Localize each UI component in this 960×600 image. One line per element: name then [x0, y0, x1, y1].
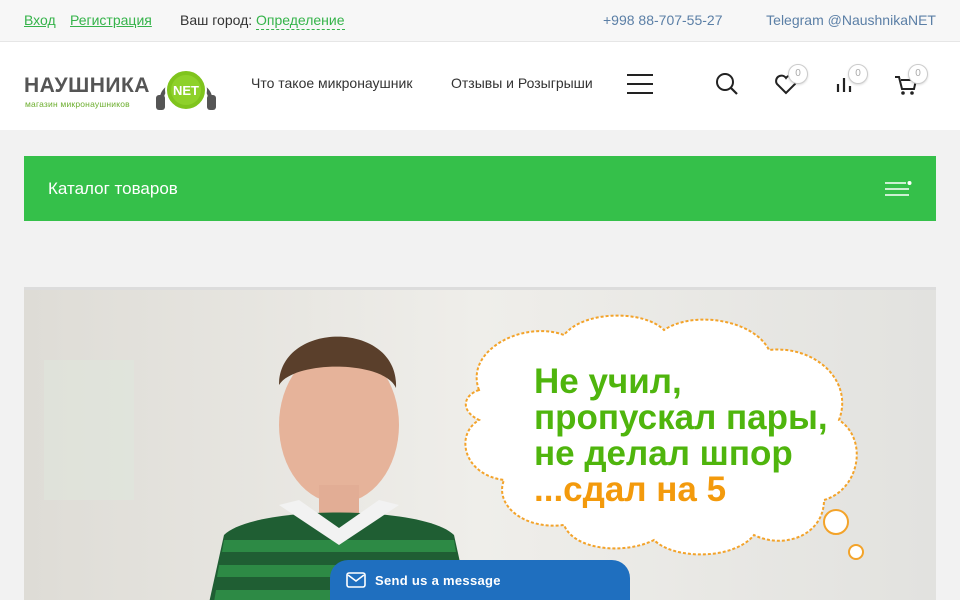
cart-count-badge: 0: [908, 64, 928, 84]
logo-text: НАУШНИКА: [24, 74, 150, 97]
city-label: Ваш город:: [180, 12, 253, 28]
promo-banner[interactable]: Не учил, пропускал пары, не делал шпор .…: [24, 287, 936, 600]
banner-line-4: ...сдал на 5: [534, 470, 727, 509]
chat-label: Send us a message: [375, 573, 501, 588]
login-link[interactable]: Вход: [24, 12, 56, 28]
banner-line-1: Не учил,: [534, 362, 682, 401]
compare-count-badge: 0: [848, 64, 868, 84]
envelope-icon: [346, 572, 366, 588]
wishlist-count-badge: 0: [788, 64, 808, 84]
menu-icon[interactable]: [627, 74, 653, 94]
city-selector[interactable]: Определение: [256, 12, 345, 30]
top-bar: Вход Регистрация Ваш город: Определение …: [0, 0, 960, 42]
cart-button[interactable]: 0: [892, 64, 928, 98]
telegram-link[interactable]: Telegram @NaushnikaNET: [766, 12, 936, 28]
register-link[interactable]: Регистрация: [70, 12, 152, 28]
banner-line-2: пропускал пары,: [534, 398, 828, 437]
header: НАУШНИКА NET магазин микронаушников Что …: [0, 42, 960, 130]
nav-reviews[interactable]: Отзывы и Розыгрыши: [451, 75, 593, 91]
search-icon[interactable]: [713, 70, 741, 98]
wishlist-button[interactable]: 0: [772, 64, 808, 98]
banner-slogan: Не учил, пропускал пары, не делал шпор .…: [534, 364, 828, 508]
phone-link[interactable]: +998 88-707-55-27: [603, 12, 723, 28]
banner-line-3: не делал шпор: [534, 434, 793, 473]
headphones-logo-icon: NET: [156, 69, 216, 111]
compare-button[interactable]: 0: [832, 64, 868, 98]
nav-what-is-earpiece[interactable]: Что такое микронаушник: [251, 75, 412, 91]
logo[interactable]: НАУШНИКА NET магазин микронаушников: [24, 60, 224, 114]
chat-widget-button[interactable]: Send us a message: [330, 560, 630, 600]
logo-badge-text: NET: [173, 83, 199, 98]
catalog-button[interactable]: Каталог товаров: [24, 156, 936, 221]
logo-subtitle: магазин микронаушников: [25, 99, 130, 109]
catalog-menu-icon: [885, 181, 912, 196]
catalog-label: Каталог товаров: [48, 179, 178, 198]
